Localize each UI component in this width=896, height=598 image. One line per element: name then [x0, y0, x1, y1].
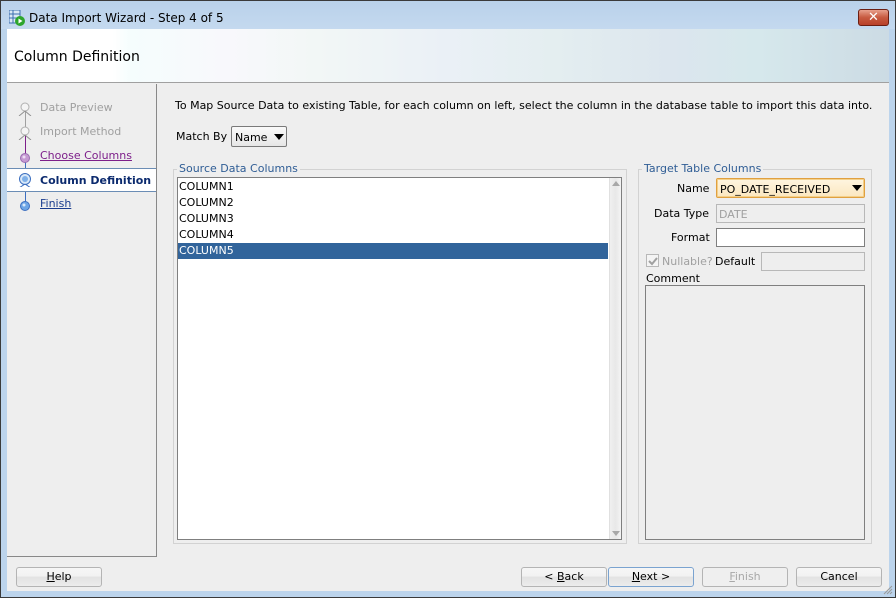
window-title: Data Import Wizard - Step 4 of 5: [29, 11, 224, 25]
title-bar[interactable]: Data Import Wizard - Step 4 of 5 ✕: [1, 1, 895, 29]
target-name-select[interactable]: PO_DATE_RECEIVED: [716, 178, 865, 198]
step-data-preview: Data Preview: [7, 96, 156, 120]
step-current-icon: [19, 173, 31, 187]
format-input[interactable]: [716, 228, 865, 247]
step-finish[interactable]: Finish: [7, 192, 156, 216]
comment-label: Comment: [646, 272, 700, 285]
back-button[interactable]: < Back: [521, 567, 607, 587]
wizard-header: Column Definition: [7, 29, 889, 83]
comment-field: [645, 285, 865, 540]
data-import-app-icon: [9, 10, 25, 26]
data-type-label: Data Type: [654, 207, 710, 220]
back-label-post: ack: [564, 570, 584, 583]
nullable-checkbox[interactable]: [646, 254, 659, 267]
page-title: Column Definition: [14, 49, 140, 65]
scroll-down-icon[interactable]: [612, 531, 620, 536]
close-icon: ✕: [868, 10, 879, 25]
next-mnemonic: N: [631, 570, 641, 583]
step-label: Import Method: [40, 125, 122, 138]
scroll-up-icon[interactable]: [612, 181, 620, 186]
name-label: Name: [677, 182, 710, 195]
vertical-scrollbar[interactable]: [609, 178, 621, 539]
step-next-icon: [20, 201, 30, 211]
list-item-selected[interactable]: COLUMN5: [178, 243, 608, 259]
cancel-button[interactable]: Cancel: [796, 567, 882, 587]
list-item[interactable]: COLUMN3: [178, 211, 608, 227]
next-button[interactable]: Next >: [608, 567, 694, 587]
step-label[interactable]: Finish: [40, 197, 71, 210]
help-label-post: elp: [54, 570, 72, 583]
wizard-steps-nav: Data Preview Import Method Choose Column…: [7, 84, 157, 557]
target-name-value: PO_DATE_RECEIVED: [720, 183, 831, 196]
dialog-client-area: Column Definition Data Preview Import Me…: [7, 29, 889, 591]
target-columns-legend: Target Table Columns: [642, 162, 764, 175]
default-label: Default: [715, 255, 756, 268]
step-pending-icon: [18, 126, 32, 140]
dialog-window: Data Import Wizard - Step 4 of 5 ✕ Colum…: [0, 0, 896, 598]
step-label: Data Preview: [40, 101, 113, 114]
help-mnemonic: H: [46, 570, 55, 583]
chevron-down-icon: [852, 185, 862, 191]
back-mnemonic: B: [557, 570, 565, 583]
checkmark-icon: [648, 257, 658, 266]
source-columns-legend: Source Data Columns: [177, 162, 300, 175]
help-button[interactable]: Help: [16, 567, 102, 587]
source-columns-list[interactable]: COLUMN1 COLUMN2 COLUMN3 COLUMN4 COLUMN5: [177, 177, 622, 540]
instructions-text: To Map Source Data to existing Table, fo…: [175, 99, 873, 112]
close-button[interactable]: ✕: [858, 9, 889, 26]
finish-label-post: inish: [734, 570, 761, 583]
nullable-label: Nullable?: [662, 255, 713, 268]
match-by-select[interactable]: Name: [231, 126, 287, 147]
format-label: Format: [671, 231, 710, 244]
list-item[interactable]: COLUMN4: [178, 227, 608, 243]
step-label: Column Definition: [40, 174, 152, 187]
cancel-label: Cancel: [820, 570, 858, 583]
step-import-method: Import Method: [7, 120, 156, 144]
match-by-label: Match By: [176, 130, 228, 143]
data-type-field: DATE: [716, 204, 865, 223]
back-label-pre: <: [544, 570, 557, 583]
step-column-definition: Column Definition: [7, 168, 156, 192]
step-choose-columns[interactable]: Choose Columns: [7, 144, 156, 168]
chevron-down-icon: [274, 134, 284, 140]
match-by-value: Name: [235, 131, 268, 144]
finish-button: Finish: [702, 567, 788, 587]
list-item[interactable]: COLUMN1: [178, 179, 608, 195]
resize-grip-icon[interactable]: [883, 585, 893, 595]
step-visited-icon: [20, 153, 30, 163]
default-field: [761, 252, 865, 271]
step-label[interactable]: Choose Columns: [40, 149, 132, 162]
next-label-post: ext >: [640, 570, 671, 583]
step-pending-icon: [18, 102, 32, 116]
list-item[interactable]: COLUMN2: [178, 195, 608, 211]
